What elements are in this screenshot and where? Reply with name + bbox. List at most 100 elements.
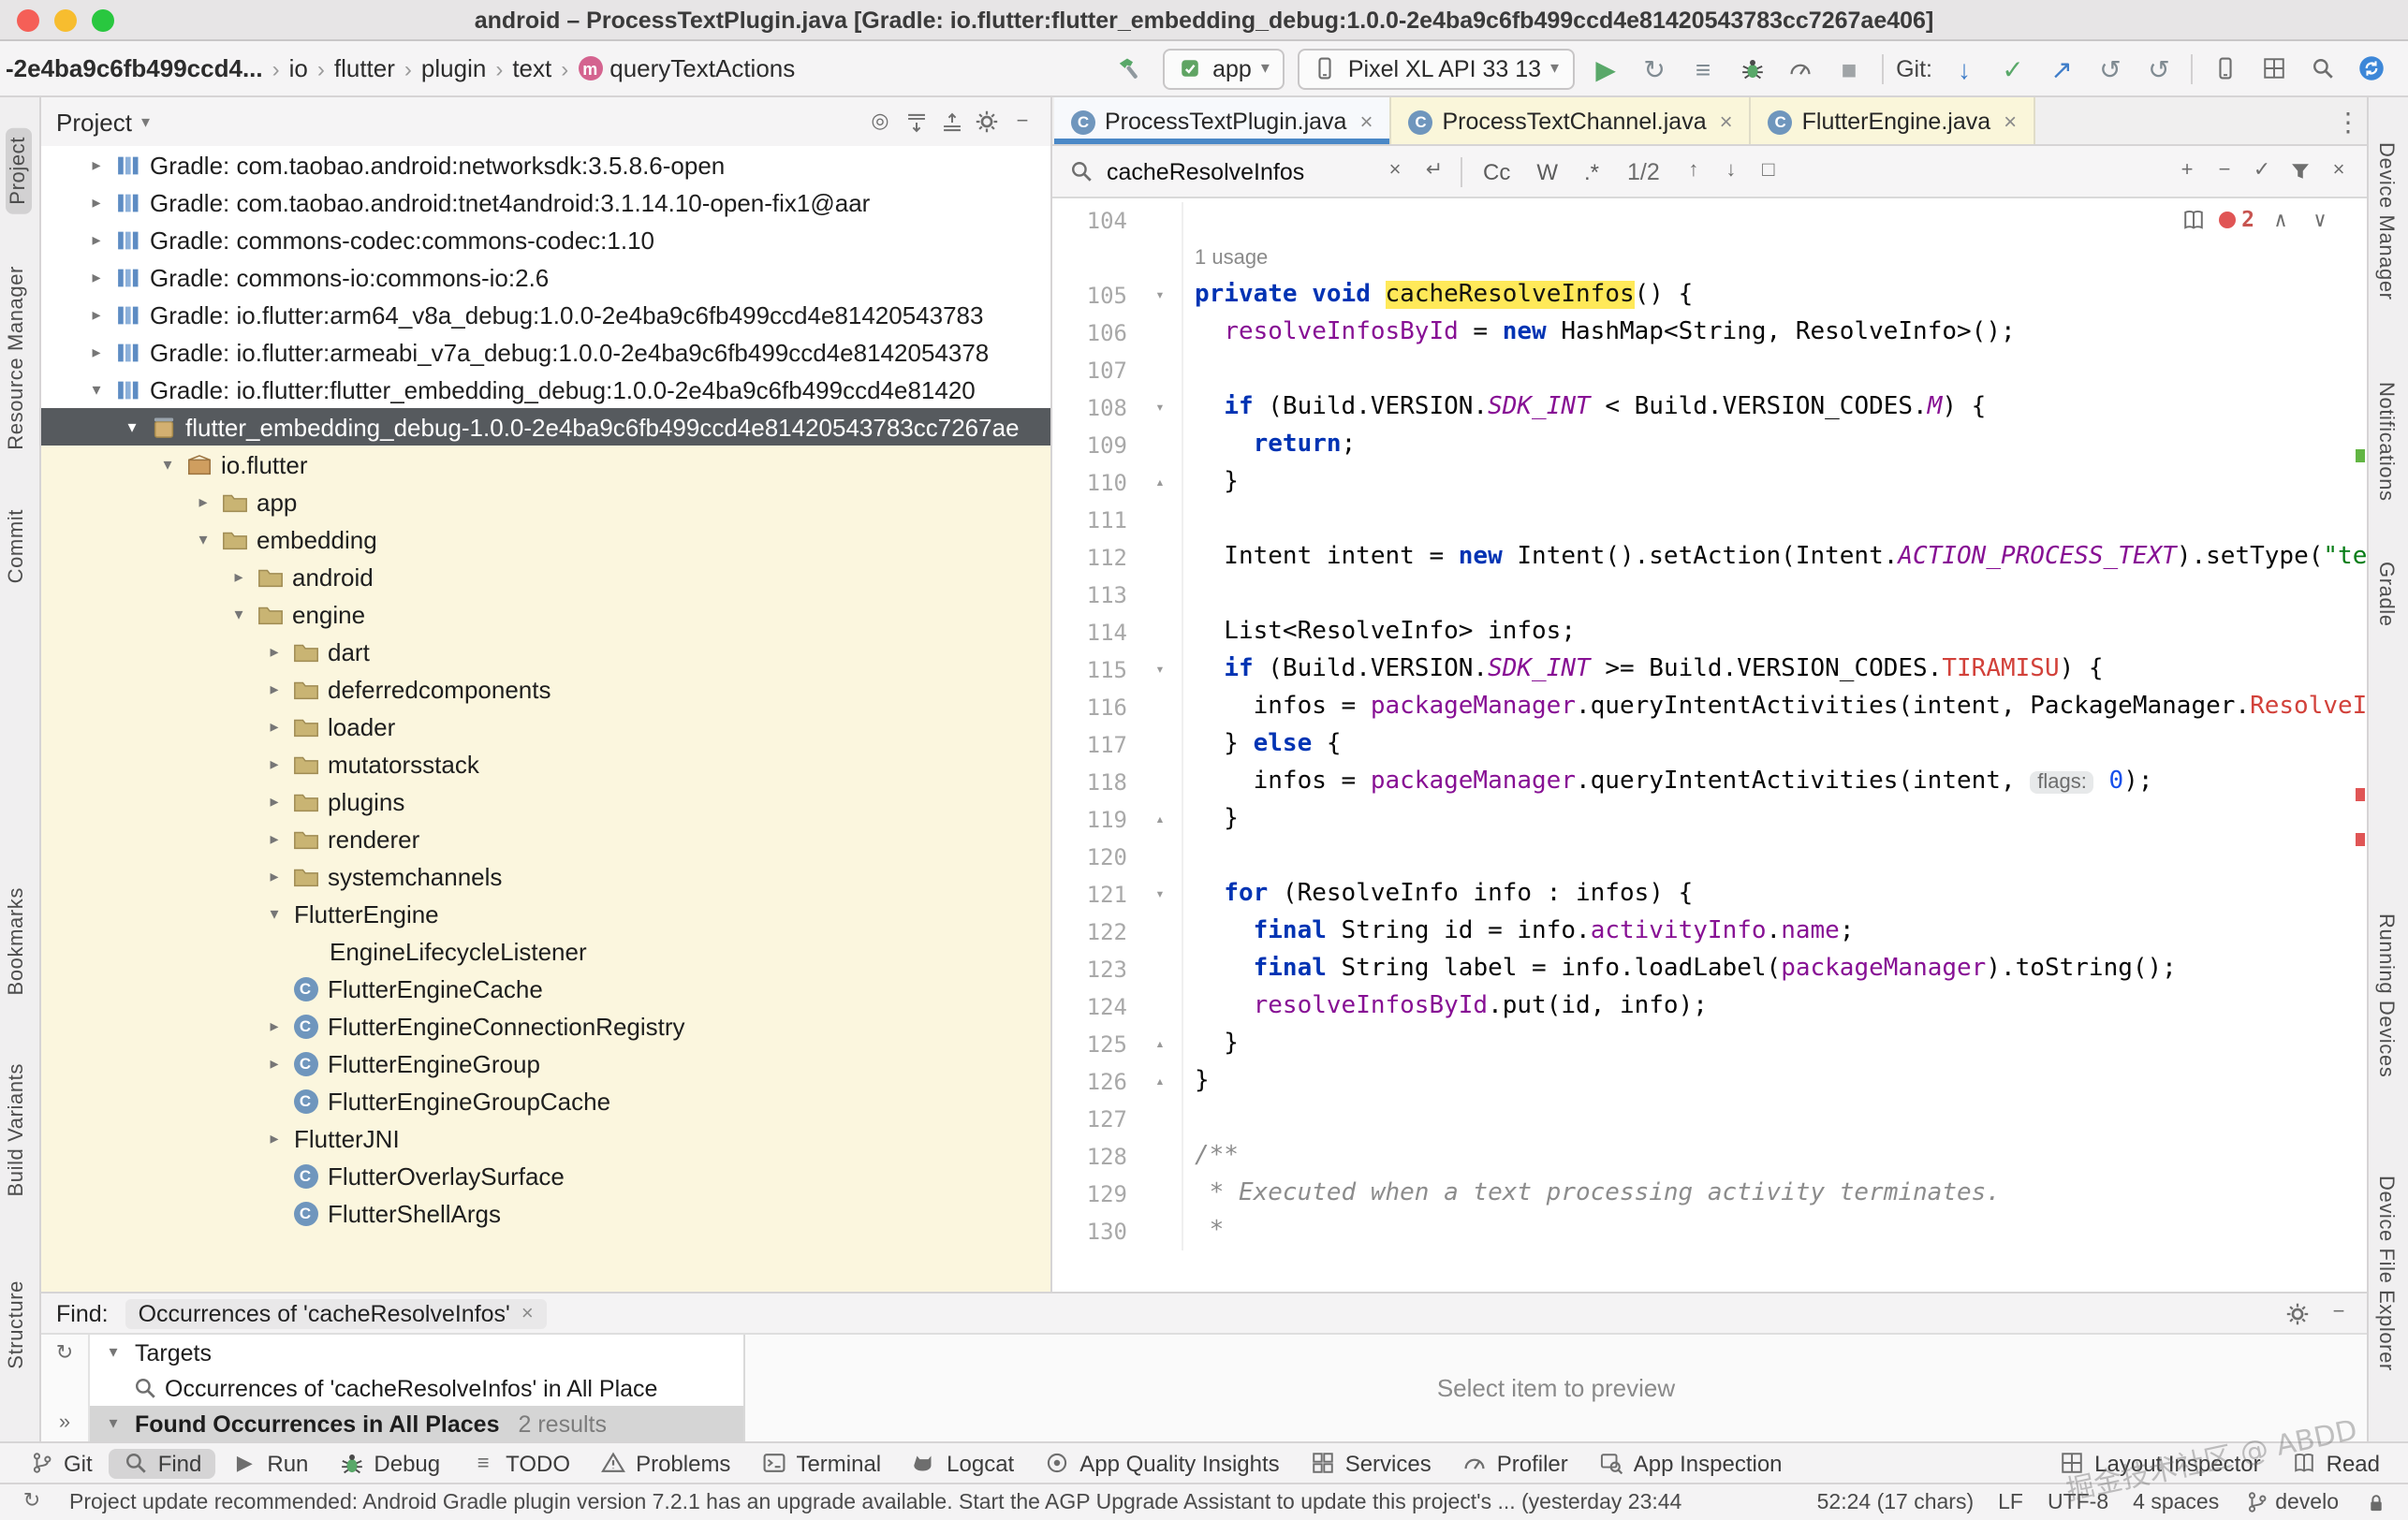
close-tab-icon[interactable]: × xyxy=(2004,108,2017,134)
tree-item[interactable]: ▸Gradle: io.flutter:arm64_v8a_debug:1.0.… xyxy=(41,296,1050,333)
error-stripe[interactable] xyxy=(2356,198,2365,1292)
stop-button[interactable]: ■ xyxy=(1830,50,1868,87)
chevron-down-icon[interactable]: ▾ xyxy=(154,454,182,475)
tool-window-button-terminal[interactable]: Terminal xyxy=(747,1448,894,1478)
chevron-right-icon[interactable]: ▸ xyxy=(260,828,288,849)
settings-icon[interactable] xyxy=(974,109,1000,135)
chevron-right-icon[interactable]: ▸ xyxy=(260,753,288,774)
tool-stripe-button-commit[interactable]: Commit xyxy=(6,509,28,583)
code-line[interactable]: 106 resolveInfosById = new HashMap<Strin… xyxy=(1052,314,2367,352)
rollback-button[interactable]: ↺ xyxy=(2140,50,2178,87)
tree-item[interactable]: ▸Gradle: com.taobao.android:tnet4android… xyxy=(41,183,1050,221)
prev-match-icon[interactable]: ↑ xyxy=(1681,158,1707,184)
code-line[interactable]: 108▾ if (Build.VERSION.SDK_INT < Build.V… xyxy=(1052,389,2367,427)
code-line[interactable]: 122 final String id = info.activityInfo.… xyxy=(1052,913,2367,951)
find-group-results[interactable]: ▾ Found Occurrences in All Places 2 resu… xyxy=(90,1406,743,1441)
status-message[interactable]: Project update recommended: Android Grad… xyxy=(69,1491,1793,1513)
tree-item[interactable]: ▾io.flutter xyxy=(41,446,1050,483)
tool-window-button-read[interactable]: Read xyxy=(2278,1448,2393,1478)
inlay-hint[interactable]: 1 usage xyxy=(1195,247,1268,270)
next-error-icon[interactable]: ∨ xyxy=(2307,206,2333,232)
breadcrumb-item[interactable]: text xyxy=(510,54,553,82)
tree-item[interactable]: ▸CFlutterEngineGroup xyxy=(41,1045,1050,1082)
tool-window-button-app-inspection[interactable]: App Inspection xyxy=(1585,1448,1796,1478)
code-line[interactable]: 125▴ } xyxy=(1052,1026,2367,1063)
tree-item[interactable]: ▸android xyxy=(41,558,1050,595)
code-line[interactable]: 107 xyxy=(1052,352,2367,389)
find-panel-tab[interactable]: Occurrences of 'cacheResolveInfos' × xyxy=(125,1298,547,1328)
tool-stripe-button-project[interactable]: Project xyxy=(6,127,32,214)
code-line[interactable]: 123 final String label = info.loadLabel(… xyxy=(1052,951,2367,988)
tool-stripe-button-device-manager[interactable]: Device Manager xyxy=(2374,142,2397,300)
encoding-indicator[interactable]: UTF-8 xyxy=(2048,1491,2108,1513)
chevron-right-icon[interactable]: ▸ xyxy=(260,1016,288,1036)
fold-icon[interactable]: ▾ xyxy=(1138,651,1183,689)
tree-item[interactable]: CFlutterShellArgs xyxy=(41,1194,1050,1232)
layout-inspector-button[interactable] xyxy=(2254,50,2292,87)
tree-item[interactable]: ▾FlutterEngine xyxy=(41,895,1050,932)
chevron-down-icon[interactable]: ▾ xyxy=(260,903,288,924)
select-opened-file-icon[interactable]: ◎ xyxy=(867,109,893,135)
line-ending-indicator[interactable]: LF xyxy=(1998,1491,2023,1513)
code-line[interactable]: 124 resolveInfosById.put(id, info); xyxy=(1052,988,2367,1026)
tree-item[interactable]: ▸plugins xyxy=(41,782,1050,820)
chevron-right-icon[interactable]: ▸ xyxy=(260,716,288,737)
run-config-select[interactable]: app ▾ xyxy=(1162,48,1285,89)
code-line[interactable]: 104 xyxy=(1052,202,2367,240)
commit-button[interactable]: ✓ xyxy=(1994,50,2032,87)
close-tab-icon[interactable]: × xyxy=(1720,108,1733,134)
code-editor[interactable]: 104 1 usage 105▾private void cacheResolveI… xyxy=(1052,198,2367,1292)
tool-window-button-find[interactable]: Find xyxy=(110,1448,215,1478)
chevron-down-icon[interactable]: ▾ xyxy=(82,379,110,400)
code-line[interactable]: 116 infos = packageManager.queryIntentAc… xyxy=(1052,689,2367,726)
reader-mode-icon[interactable] xyxy=(2180,206,2206,232)
chevron-right-icon[interactable]: ▸ xyxy=(260,1053,288,1074)
code-line[interactable]: 130 * xyxy=(1052,1213,2367,1250)
search-toggle[interactable]: .* xyxy=(1577,156,1607,186)
code-line[interactable]: 121▾ for (ResolveInfo info : infos) { xyxy=(1052,876,2367,913)
chevron-right-icon[interactable]: ▸ xyxy=(260,866,288,886)
code-line[interactable]: 112 Intent intent = new Intent().setActi… xyxy=(1052,539,2367,577)
fold-icon[interactable]: ▾ xyxy=(1138,389,1183,427)
code-line[interactable]: 105▾private void cacheResolveInfos() { xyxy=(1052,277,2367,314)
in-selection-icon[interactable]: □ xyxy=(1755,158,1782,184)
tool-window-button-git[interactable]: Git xyxy=(15,1448,106,1478)
tree-item[interactable]: ▸Gradle: com.taobao.android:networksdk:3… xyxy=(41,146,1050,183)
select-all-occurrences-icon[interactable]: ✓ xyxy=(2249,158,2275,184)
debug-button[interactable] xyxy=(1733,50,1770,87)
code-line[interactable]: 119▴ } xyxy=(1052,801,2367,839)
tree-item[interactable]: ▸renderer xyxy=(41,820,1050,857)
fold-icon[interactable]: ▴ xyxy=(1138,801,1183,839)
more-tools-icon[interactable]: » xyxy=(51,1410,78,1436)
chevron-right-icon[interactable]: ▸ xyxy=(82,229,110,250)
search-toggle[interactable]: W xyxy=(1529,156,1565,186)
error-count-badge[interactable]: 2 xyxy=(2219,206,2254,232)
find-settings-icon[interactable] xyxy=(2284,1300,2311,1326)
code-line[interactable]: 115▾ if (Build.VERSION.SDK_INT >= Build.… xyxy=(1052,651,2367,689)
apply-code-changes-button[interactable]: ≡ xyxy=(1684,50,1722,87)
chevron-right-icon[interactable]: ▸ xyxy=(82,342,110,362)
editor-tab[interactable]: CFlutterEngine.java× xyxy=(1752,97,2036,144)
find-group-targets[interactable]: ▾ Targets xyxy=(90,1335,743,1370)
next-match-icon[interactable]: ↓ xyxy=(1718,158,1744,184)
search-toggle[interactable]: Cc xyxy=(1476,156,1518,186)
tree-item[interactable]: ▸dart xyxy=(41,633,1050,670)
code-line[interactable]: 127 xyxy=(1052,1101,2367,1138)
close-window-button[interactable] xyxy=(17,8,39,31)
code-line[interactable]: 120 xyxy=(1052,839,2367,876)
tree-item[interactable]: ▸Gradle: io.flutter:armeabi_v7a_debug:1.… xyxy=(41,333,1050,371)
tool-stripe-button-running-devices[interactable]: Running Devices xyxy=(2374,913,2397,1077)
tool-window-button-profiler[interactable]: Profiler xyxy=(1448,1448,1581,1478)
code-line[interactable]: 118 infos = packageManager.queryIntentAc… xyxy=(1052,764,2367,801)
remove-occurrence-icon[interactable]: − xyxy=(2211,158,2238,184)
search-input[interactable]: cacheResolveInfos xyxy=(1107,158,1369,184)
tool-stripe-button-bookmarks[interactable]: Bookmarks xyxy=(6,887,28,995)
fold-icon[interactable]: ▴ xyxy=(1138,464,1183,502)
tool-stripe-button-resource-manager[interactable]: Resource Manager xyxy=(6,266,28,450)
tool-window-button-layout-inspector[interactable]: Layout Inspector xyxy=(2046,1448,2273,1478)
tab-options-icon[interactable]: ⋮ xyxy=(2329,102,2367,139)
tool-window-button-problems[interactable]: Problems xyxy=(587,1448,743,1478)
breadcrumb-item[interactable]: mqueryTextActions xyxy=(576,54,797,82)
chevron-right-icon[interactable]: ▸ xyxy=(260,641,288,662)
git-branch-widget[interactable]: develo xyxy=(2243,1489,2339,1515)
